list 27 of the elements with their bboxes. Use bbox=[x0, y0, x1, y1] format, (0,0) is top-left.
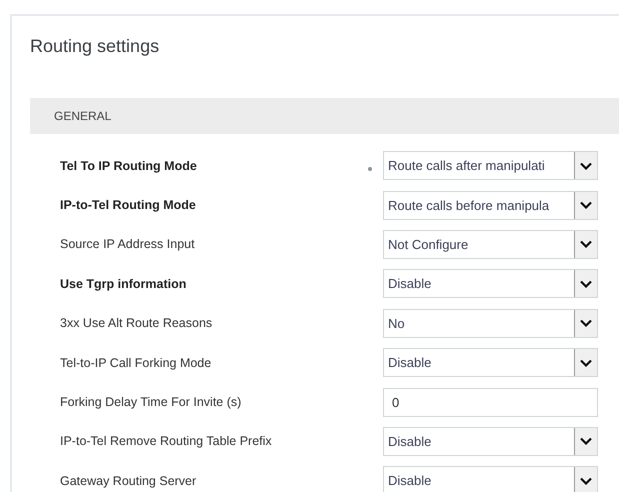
field-label: Forking Delay Time For Invite (s) bbox=[59, 395, 242, 410]
dropdown[interactable]: Not Configure bbox=[383, 230, 598, 259]
chevron-down-icon bbox=[574, 310, 597, 337]
dropdown[interactable]: Route calls before manipula bbox=[383, 190, 598, 220]
chevron-down-icon bbox=[574, 192, 597, 219]
dropdown[interactable]: No bbox=[383, 308, 598, 338]
chevron-down-icon bbox=[574, 230, 597, 258]
section-title: GENERAL bbox=[54, 109, 112, 123]
field-label: IP-to-Tel Remove Routing Table Prefix bbox=[59, 434, 273, 448]
chevron-down-icon bbox=[574, 349, 597, 376]
chevron-down-icon bbox=[574, 428, 597, 455]
field-label: Use Tgrp information bbox=[59, 276, 188, 291]
field-label: Tel To IP Routing Mode bbox=[59, 158, 198, 173]
field-label: 3xx Use Alt Route Reasons bbox=[59, 316, 214, 330]
dropdown[interactable]: Disable bbox=[383, 269, 598, 298]
field-label: Gateway Routing Server bbox=[59, 474, 198, 488]
panel-title: Routing settings bbox=[30, 36, 160, 58]
chevron-down-icon bbox=[574, 152, 597, 180]
field-label: IP-to-Tel Routing Mode bbox=[59, 198, 197, 212]
dropdown[interactable]: Disable bbox=[383, 466, 598, 492]
dropdown[interactable]: Disable bbox=[383, 348, 598, 378]
chevron-down-icon bbox=[574, 270, 597, 298]
dropdown[interactable]: Disable bbox=[383, 426, 598, 456]
dropdown[interactable]: Route calls after manipulati bbox=[383, 151, 598, 180]
input-field[interactable]: 0 bbox=[383, 388, 598, 417]
field-label: Tel-to-IP Call Forking Mode bbox=[59, 356, 212, 370]
field-label: Source IP Address Input bbox=[59, 237, 196, 252]
